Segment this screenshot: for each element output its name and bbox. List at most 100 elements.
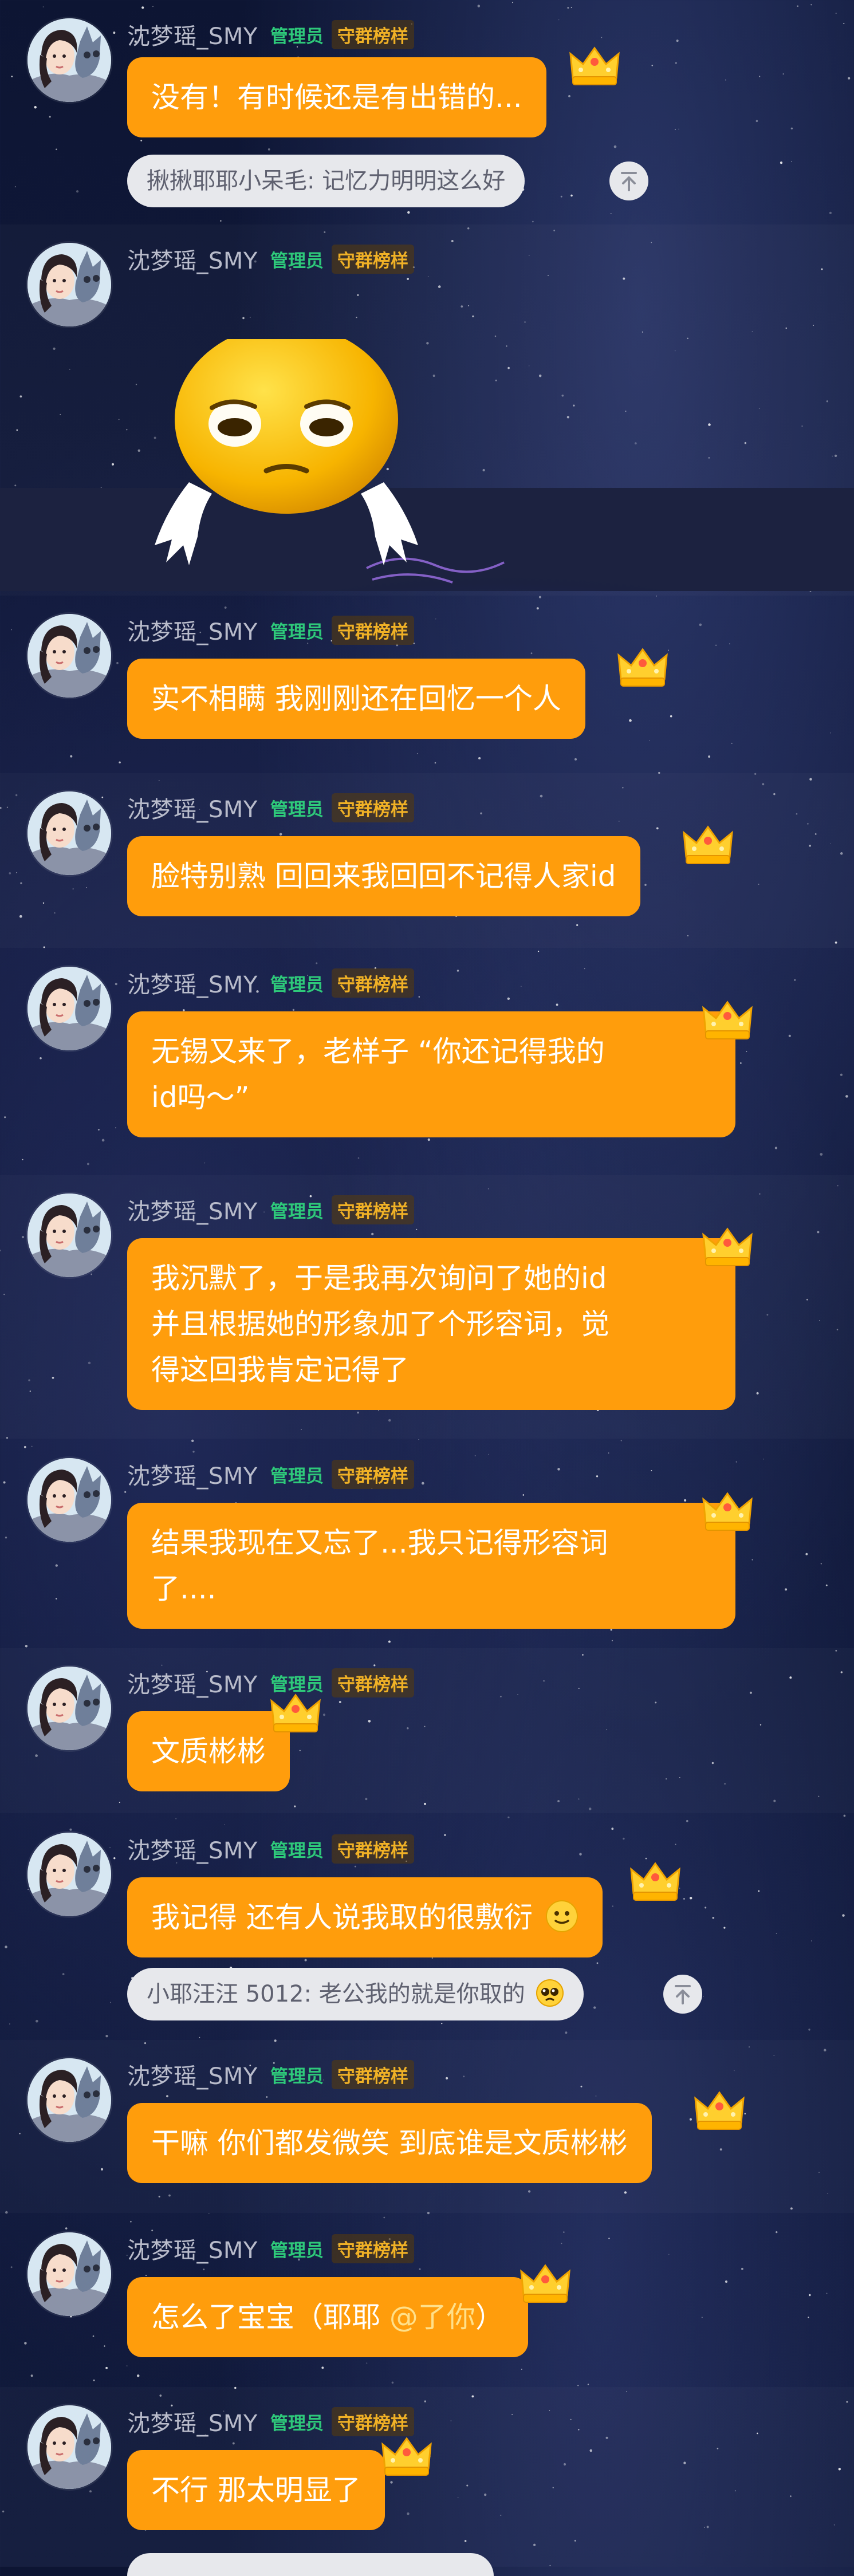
message-bubble[interactable]: 脸特别熟 回回来我回回不记得人家id: [127, 836, 640, 916]
quoted-reply[interactable]: 小耶汪汪 5012: 老公我的就是你取的: [127, 1968, 584, 2020]
guard-badge: 守群榜样: [331, 1834, 414, 1864]
username[interactable]: 沈梦瑶_SMY: [127, 2405, 258, 2438]
message-text: 没有！有时候还是有出错的...: [151, 81, 522, 114]
message-bubble[interactable]: 文质彬彬: [127, 1711, 290, 1791]
arrow-up-icon: [663, 1975, 702, 2014]
guard-badge: 守群榜样: [331, 968, 414, 998]
avatar[interactable]: [27, 967, 111, 1050]
username[interactable]: 沈梦瑶_SMY: [127, 613, 258, 647]
crown-icon: [269, 1692, 322, 1735]
admin-badge: 管理员: [270, 2066, 324, 2087]
crown-icon: [682, 824, 734, 867]
message-bubble[interactable]: 我记得 还有人说我取的很敷衍: [127, 1877, 603, 1957]
message-text: 脸特别熟 回回来我回回不记得人家id: [151, 860, 616, 893]
admin-badge: 管理员: [270, 2240, 324, 2261]
avatar[interactable]: [27, 1458, 111, 1542]
arrow-up-icon: [609, 162, 648, 200]
admin-badge: 管理员: [270, 250, 324, 271]
message-bubble[interactable]: 干嘛 你们都发微笑 到底谁是文质彬彬: [127, 2103, 652, 2183]
username[interactable]: 沈梦瑶_SMY: [127, 1666, 258, 1699]
message-text-tail: ）: [475, 2301, 504, 2334]
crying-smiley-sticker[interactable]: [0, 325, 854, 677]
message-bubble[interactable]: 无锡又来了，老样子 “你还记得我的 id吗～”: [127, 1011, 735, 1137]
next-quoted-reply-partial[interactable]: [127, 2553, 494, 2576]
message-bubble[interactable]: 实不相瞒 我刚刚还在回忆一个人: [127, 659, 585, 739]
avatar[interactable]: [27, 2232, 111, 2316]
guard-badge: 守群榜样: [331, 19, 414, 49]
guard-badge: 守群榜样: [331, 1459, 414, 1489]
username[interactable]: 沈梦瑶_SMY: [127, 18, 258, 51]
avatar[interactable]: [27, 243, 111, 326]
username[interactable]: 沈梦瑶_SMY: [127, 1193, 258, 1226]
message-text-line: 无锡又来了，老样子 “你还记得我的: [151, 1035, 605, 1068]
message-bubble[interactable]: 怎么了宝宝（耶耶 @了你）: [127, 2277, 528, 2357]
admin-badge: 管理员: [270, 799, 324, 820]
guard-badge: 守群榜样: [331, 1195, 414, 1224]
admin-badge: 管理员: [270, 974, 324, 995]
smile-emoji-icon: [545, 1900, 578, 1933]
message-text: 我记得 还有人说我取的很敷衍: [151, 1901, 533, 1934]
crown-icon: [519, 2262, 572, 2306]
message-bubble[interactable]: 我沉默了，于是我再次询问了她的id 并且根据她的形象加了个形容词，觉 得这回我肯…: [127, 1238, 735, 1410]
message-1: 沈梦瑶_SMY 管理员 守群榜样 没有！有时候还是有出错的... 揪揪耶耶小呆毛…: [0, 0, 854, 223]
username[interactable]: 沈梦瑶_SMY: [127, 242, 258, 275]
admin-badge: 管理员: [270, 26, 324, 47]
jump-to-quote-button[interactable]: [609, 162, 648, 200]
username[interactable]: 沈梦瑶_SMY: [127, 966, 258, 999]
avatar[interactable]: [27, 614, 111, 698]
pleading-emoji-icon: [536, 1974, 564, 2007]
message-bubble[interactable]: 结果我现在又忘了...我只记得形容词 了....: [127, 1503, 735, 1629]
crown-icon: [568, 45, 621, 88]
username[interactable]: 沈梦瑶_SMY: [127, 1458, 258, 1491]
message-11: 沈梦瑶_SMY 管理员 守群榜样 怎么了宝宝（耶耶 @了你）: [0, 2214, 854, 2386]
guard-badge: 守群榜样: [331, 1668, 414, 1697]
guard-badge: 守群榜样: [331, 244, 414, 274]
message-9: 沈梦瑶_SMY 管理员 守群榜样 我记得 还有人说我取的很敷衍 小耶汪汪 501…: [0, 1814, 854, 2039]
avatar[interactable]: [27, 2405, 111, 2489]
quoted-reply[interactable]: 揪揪耶耶小呆毛: 记忆力明明这么好: [127, 155, 525, 207]
avatar[interactable]: [27, 791, 111, 875]
avatar[interactable]: [27, 1833, 111, 1916]
username[interactable]: 沈梦瑶_SMY: [127, 1832, 258, 1865]
avatar[interactable]: [27, 1667, 111, 1750]
quote-text: 揪揪耶耶小呆毛: 记忆力明明这么好: [147, 168, 506, 194]
message-text-line: 得这回我肯定记得了: [151, 1353, 409, 1387]
crown-icon: [616, 646, 669, 690]
quote-text: 小耶汪汪 5012: 老公我的就是你取的: [147, 1981, 525, 2007]
username[interactable]: 沈梦瑶_SMY: [127, 791, 258, 824]
message-text-line: 结果我现在又忘了...我只记得形容词: [151, 1526, 608, 1559]
avatar[interactable]: [27, 2058, 111, 2142]
message-2: 沈梦瑶_SMY 管理员 守群榜样: [0, 224, 854, 677]
crown-icon: [380, 2435, 433, 2479]
username[interactable]: 沈梦瑶_SMY: [127, 2232, 258, 2265]
admin-badge: 管理员: [270, 1201, 324, 1222]
message-10: 沈梦瑶_SMY 管理员 守群榜样 干嘛 你们都发微笑 到底谁是文质彬彬: [0, 2040, 854, 2213]
admin-badge: 管理员: [270, 621, 324, 643]
crown-icon: [693, 2089, 746, 2133]
message-text-line: 并且根据她的形象加了个形容词，觉: [151, 1307, 609, 1341]
message-8: 沈梦瑶_SMY 管理员 守群榜样 文质彬彬: [0, 1648, 854, 1813]
message-text: 干嘛 你们都发微笑 到底谁是文质彬彬: [151, 2126, 628, 2160]
message-text: 实不相瞒 我刚刚还在回忆一个人: [151, 682, 561, 715]
message-bubble[interactable]: 没有！有时候还是有出错的...: [127, 57, 546, 137]
crown-icon: [629, 1860, 682, 1904]
jump-to-quote-button[interactable]: [663, 1975, 702, 2014]
crown-icon: [701, 999, 754, 1042]
message-7: 沈梦瑶_SMY 管理员 守群榜样 结果我现在又忘了...我只记得形容词 了...…: [0, 1440, 854, 1647]
admin-badge: 管理员: [270, 2413, 324, 2434]
message-3: 沈梦瑶_SMY 管理员 守群榜样 实不相瞒 我刚刚还在回忆一个人: [0, 596, 854, 772]
guard-badge: 守群榜样: [331, 2059, 414, 2089]
admin-badge: 管理员: [270, 1840, 324, 1861]
crown-icon: [701, 1226, 754, 1269]
avatar[interactable]: [27, 18, 111, 102]
mention-link[interactable]: @了你: [389, 2301, 475, 2334]
avatar[interactable]: [27, 1194, 111, 1277]
message-text: 怎么了宝宝（耶耶: [151, 2301, 389, 2334]
guard-badge: 守群榜样: [331, 793, 414, 822]
message-5: 沈梦瑶_SMY 管理员 守群榜样 无锡又来了，老样子 “你还记得我的 id吗～”: [0, 948, 854, 1175]
message-text-line: id吗～”: [151, 1081, 250, 1114]
message-12: 沈梦瑶_SMY 管理员 守群榜样 不行 那太明显了: [0, 2387, 854, 2576]
message-bubble[interactable]: 不行 那太明显了: [127, 2450, 385, 2530]
username[interactable]: 沈梦瑶_SMY: [127, 2058, 258, 2091]
message-text-line: 我沉默了，于是我再次询问了她的id: [151, 1262, 607, 1295]
